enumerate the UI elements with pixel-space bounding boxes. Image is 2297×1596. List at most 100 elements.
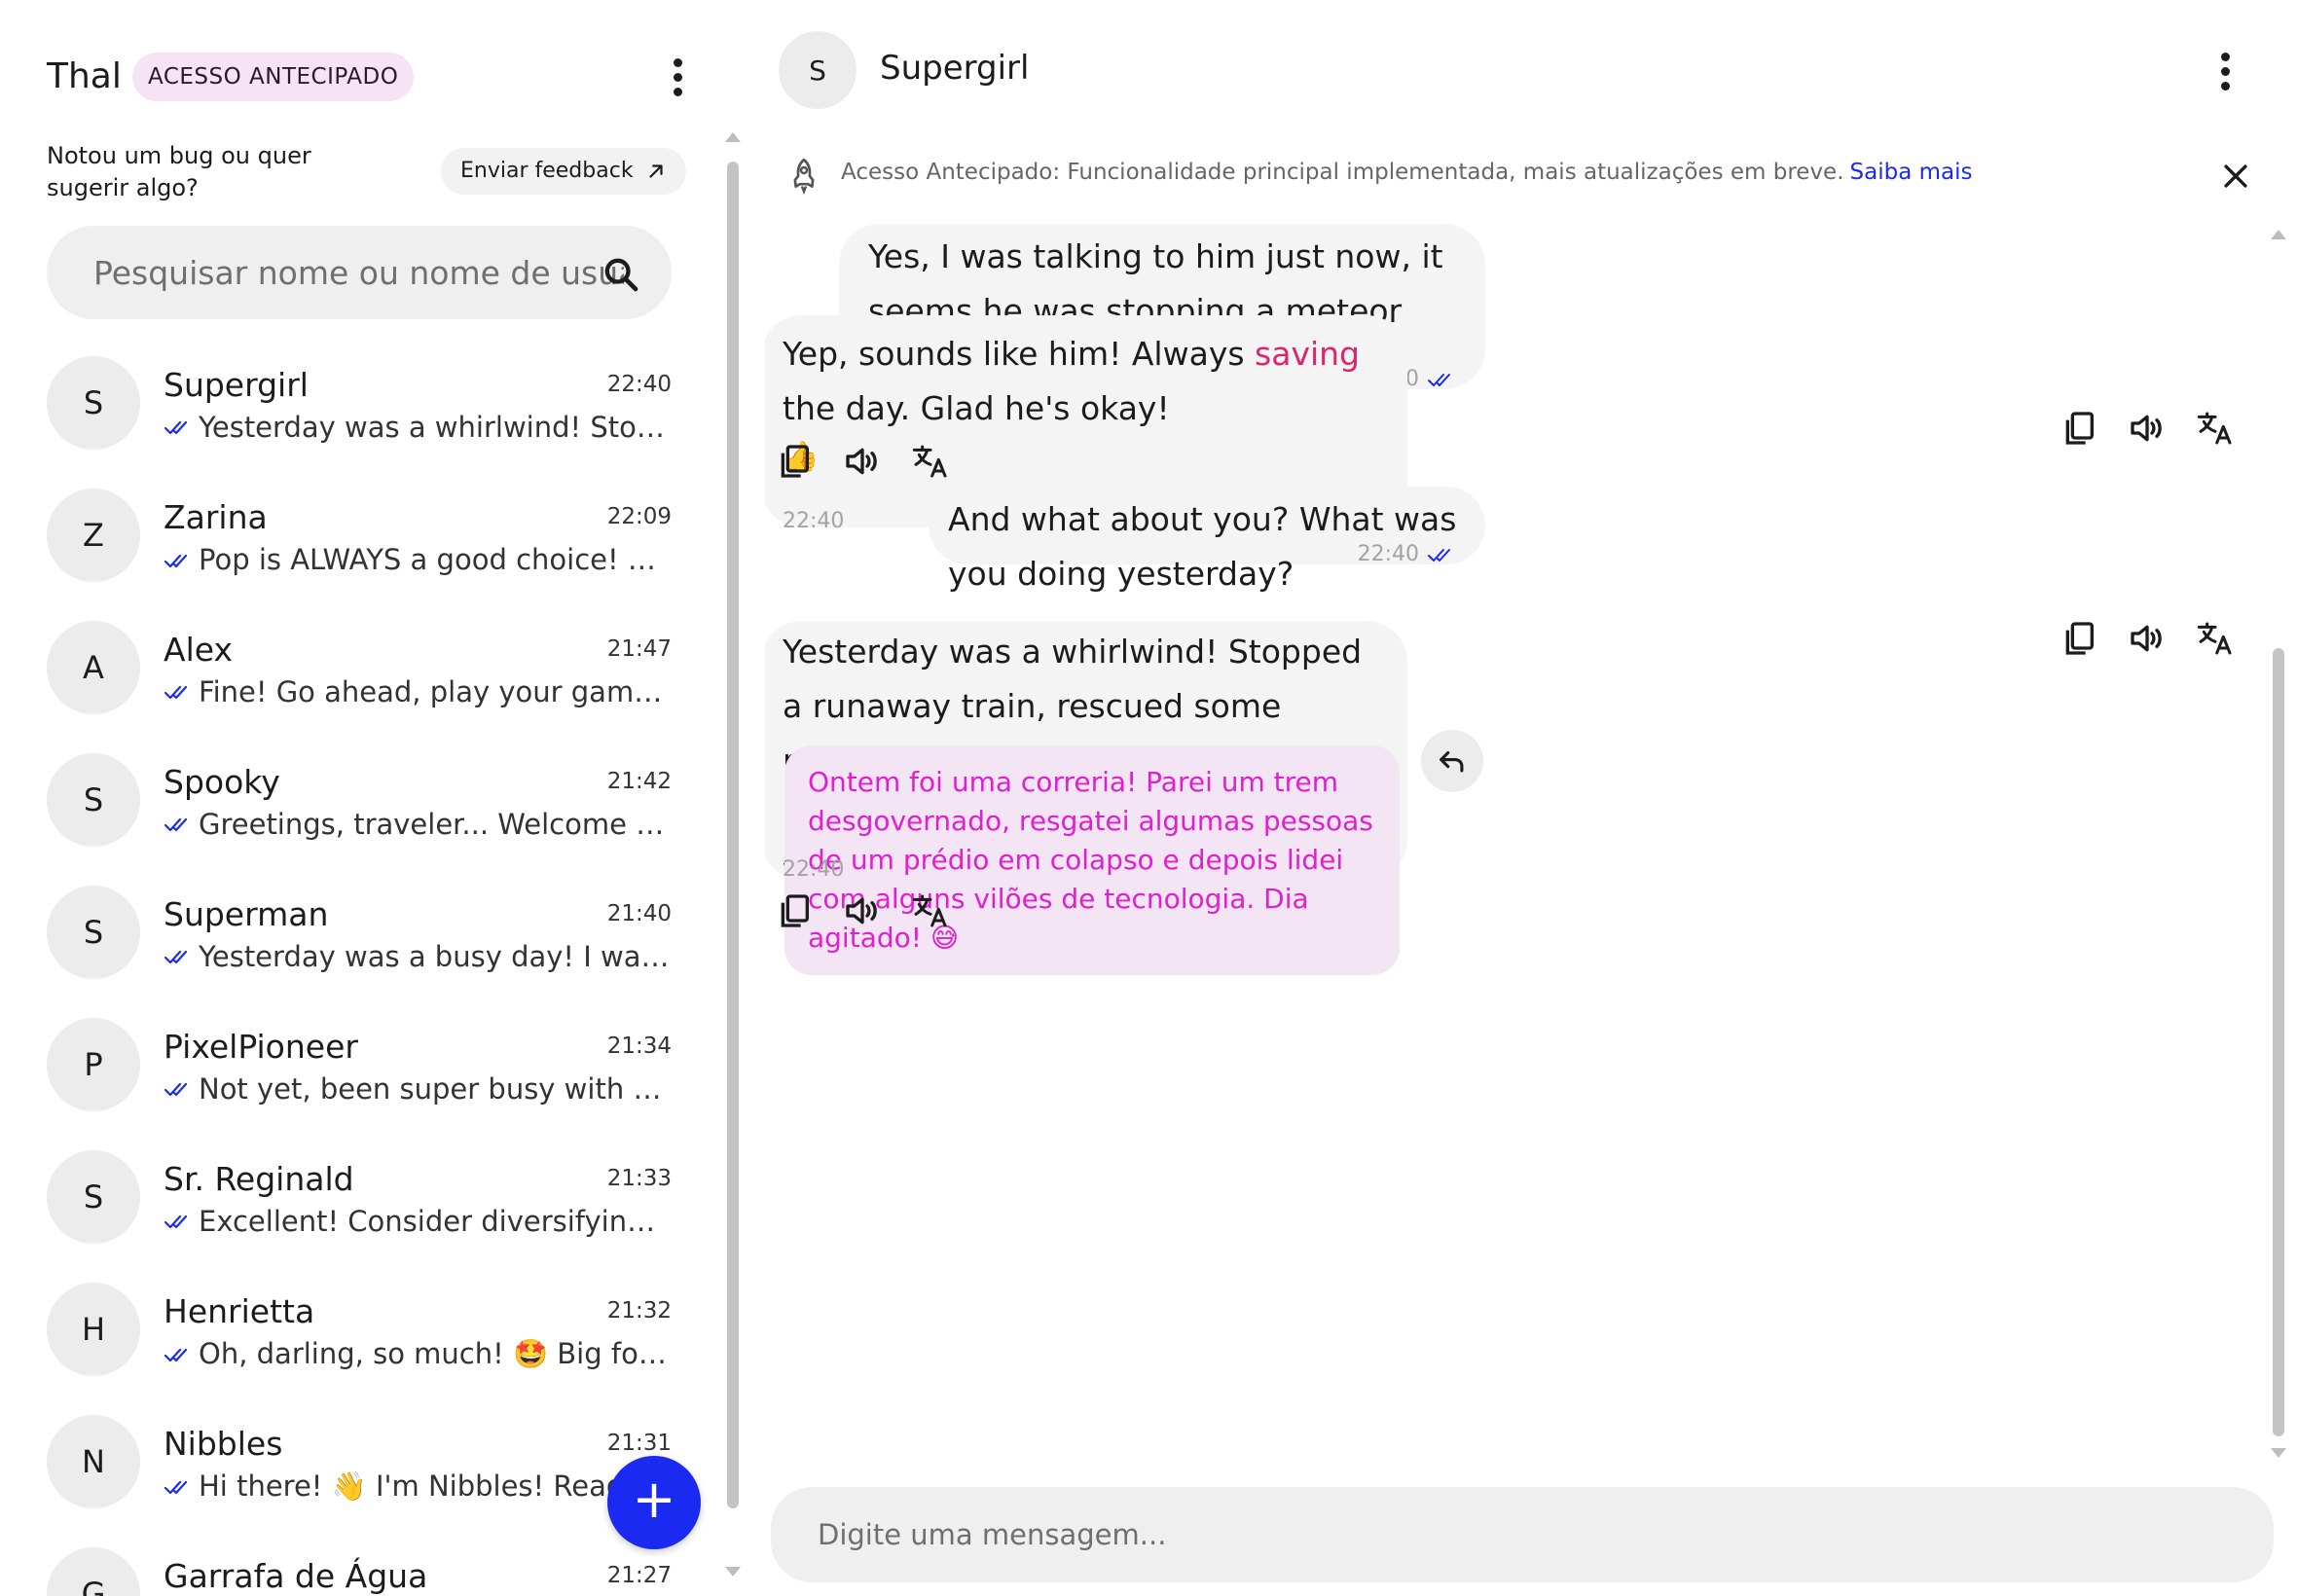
conversation-preview: Not yet, been super busy with a new proj… — [164, 1072, 672, 1106]
conversation-name: Zarina — [164, 498, 268, 536]
message-input[interactable] — [818, 1487, 2219, 1582]
conversation-preview: Fine! Go ahead, play your game,... — [164, 675, 672, 708]
new-chat-button[interactable]: + — [607, 1456, 701, 1549]
search-icon[interactable] — [602, 255, 640, 294]
rocket-icon — [793, 158, 815, 195]
conversation-time: 21:33 — [606, 1166, 672, 1191]
notice-text: Acesso Antecipado: Funcionalidade princi… — [841, 160, 1973, 185]
avatar: N — [47, 1415, 140, 1508]
avatar: S — [47, 753, 140, 847]
double-check-icon — [1428, 549, 1450, 562]
conversation-time: 22:09 — [606, 504, 672, 529]
avatar: A — [47, 621, 140, 714]
conversation-name: Superman — [164, 895, 329, 933]
early-access-notice: Acesso Antecipado: Funcionalidade princi… — [765, 146, 2297, 204]
conversation-time: 21:47 — [606, 636, 672, 662]
preview-text: Oh, darling, so much! 🤩 Big focus on the… — [199, 1337, 672, 1370]
conversation-item[interactable]: S Supergirl 22:40 Yesterday was a whirlwind… — [0, 325, 701, 457]
chat-panel: S Supergirl Acesso Antecipado: Funcional… — [765, 0, 2297, 1596]
preview-text: Fine! Go ahead, play your game,... — [199, 675, 672, 708]
conversation-preview: Yesterday was a whirlwind! Stopped a run… — [164, 411, 672, 444]
translate-icon[interactable] — [911, 442, 950, 481]
copy-icon[interactable] — [2060, 409, 2098, 448]
message-bubble-sent: And what about you? What was you doing y… — [929, 487, 1485, 593]
conversation-item[interactable]: G Garrafa de Água 21:27 — [0, 1516, 701, 1596]
contact-name[interactable]: Supergirl — [880, 49, 1029, 88]
sidebar-menu-icon[interactable] — [658, 53, 697, 101]
message-composer — [771, 1487, 2274, 1582]
early-access-badge: ACESSO ANTECIPADO — [132, 53, 415, 101]
search-input[interactable] — [93, 226, 624, 319]
chat-scroll-up-arrow[interactable] — [2271, 230, 2286, 239]
scrollbar-thumb[interactable] — [727, 162, 739, 1508]
conversation-preview: Greetings, traveler... Welcome to my hau… — [164, 808, 672, 841]
conversation-name: Garrafa de Água — [164, 1557, 428, 1595]
preview-text: Yesterday was a whirlwind! Stopped a run… — [199, 411, 672, 444]
conversation-preview: Pop is ALWAYS a good choice! 💯 I'm so gl… — [164, 543, 672, 577]
conversation-preview: Hi there! 👋 I'm Nibbles! Ready for some … — [164, 1469, 672, 1504]
message-actions — [2060, 409, 2235, 448]
double-check-icon — [164, 554, 188, 567]
message-actions — [775, 891, 950, 930]
double-check-icon — [164, 1348, 188, 1361]
chat-scrollbar[interactable] — [2270, 230, 2287, 1466]
user-name: Thal — [47, 56, 122, 96]
message-bubble-received: Yesterday was a whirlwind! Stopped a run… — [765, 621, 1407, 975]
copy-icon[interactable] — [2060, 619, 2098, 658]
conversation-item[interactable]: S Spooky 21:42 Greetings, traveler... Welco… — [0, 722, 701, 854]
double-check-icon — [1428, 374, 1450, 386]
reply-button[interactable] — [1421, 730, 1483, 792]
contact-avatar[interactable]: S — [779, 31, 857, 109]
message-time: 22:40 — [1357, 542, 1419, 566]
avatar: Z — [47, 489, 140, 582]
conversation-preview: Yesterday was a busy day! I was... — [164, 940, 672, 973]
conversation-preview: Oh, darling, so much! 🤩 Big focus on the… — [164, 1337, 672, 1371]
translate-icon[interactable] — [2196, 619, 2235, 658]
speaker-icon[interactable] — [2128, 619, 2167, 658]
close-icon[interactable] — [2219, 160, 2252, 193]
send-feedback-button[interactable]: Enviar feedback — [441, 148, 686, 195]
chat-scroll-down-arrow[interactable] — [2271, 1448, 2286, 1458]
chat-scrollbar-thumb[interactable] — [2273, 648, 2284, 1436]
bug-report-prompt: Notou um bug ou quer sugerir algo? — [47, 142, 311, 201]
conversation-time: 21:40 — [606, 901, 672, 926]
conversation-item[interactable]: H Henrietta 21:32 Oh, darling, so much! 🤩 B… — [0, 1251, 701, 1384]
sidebar-scrollbar[interactable] — [724, 132, 742, 1592]
speaker-icon[interactable] — [2128, 409, 2167, 448]
copy-icon[interactable] — [775, 442, 814, 481]
message-meta: 22:40 — [1358, 527, 1456, 582]
conversation-time: 21:31 — [606, 1431, 672, 1456]
preview-text: Hi there! 👋 I'm Nibbles! Ready for some … — [199, 1469, 672, 1503]
scroll-up-arrow[interactable] — [725, 132, 741, 142]
double-check-icon — [164, 420, 188, 435]
conversation-name: Nibbles — [164, 1425, 283, 1463]
translate-icon[interactable] — [911, 891, 950, 930]
external-link-icon — [648, 164, 663, 178]
learn-more-link[interactable]: Saiba mais — [1850, 160, 1973, 185]
chat-menu-icon[interactable] — [2206, 47, 2244, 95]
conversation-item[interactable]: A Alex 21:47 Fine! Go ahead, play your game… — [0, 590, 701, 722]
scroll-down-arrow[interactable] — [725, 1567, 741, 1577]
message-text: Yep, sounds like him! Always saving the … — [783, 327, 1378, 436]
avatar: H — [47, 1283, 140, 1376]
highlighted-word[interactable]: saving — [1255, 335, 1360, 373]
copy-icon[interactable] — [775, 891, 814, 930]
conversation-item[interactable]: S Sr. Reginald 21:33 Excellent! Consider di… — [0, 1119, 701, 1251]
conversation-time: 21:32 — [606, 1298, 672, 1324]
avatar: S — [47, 1150, 140, 1244]
conversation-item[interactable]: Z Zarina 22:09 Pop is ALWAYS a good choice!… — [0, 457, 701, 590]
conversation-item[interactable]: P PixelPioneer 21:34 Not yet, been super bu… — [0, 987, 701, 1119]
conversation-time: 21:42 — [606, 769, 672, 794]
message-actions — [775, 442, 950, 481]
speaker-icon[interactable] — [843, 891, 882, 930]
preview-text: Yesterday was a busy day! I was... — [199, 940, 672, 973]
conversation-list: S Supergirl 22:40 Yesterday was a whirlwind… — [0, 325, 701, 1596]
conversation-item[interactable]: S Superman 21:40 Yesterday was a busy day! … — [0, 854, 701, 987]
message-list: Yes, I was talking to him just now, it s… — [765, 216, 2283, 1471]
avatar: S — [47, 886, 140, 979]
search-bar — [47, 226, 672, 319]
conversation-name: Alex — [164, 631, 233, 669]
conversation-item[interactable]: N Nibbles 21:31 Hi there! 👋 I'm Nibbles! Re… — [0, 1384, 701, 1516]
speaker-icon[interactable] — [843, 442, 882, 481]
translate-icon[interactable] — [2196, 409, 2235, 448]
